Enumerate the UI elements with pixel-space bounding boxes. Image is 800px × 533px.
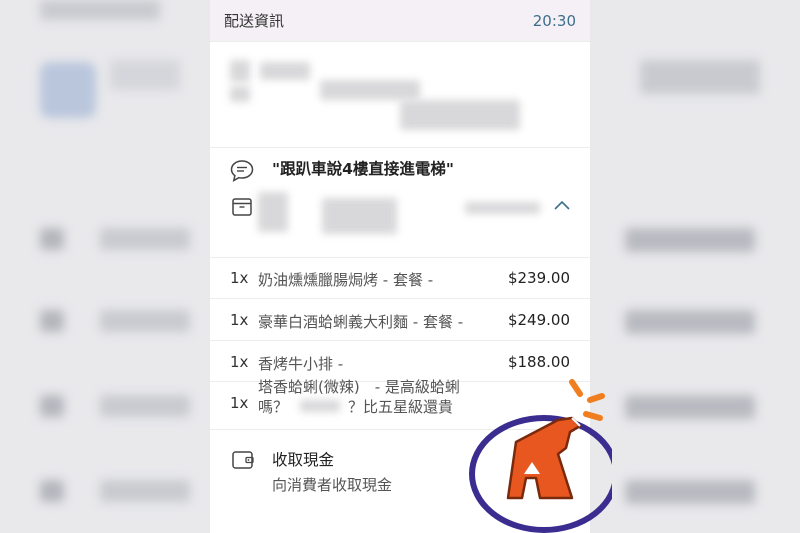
- address-block: [210, 42, 590, 148]
- payment-subtitle: 向消費者收取現金: [272, 476, 393, 494]
- item-name-line2a: 嗎？: [258, 398, 289, 416]
- customer-row[interactable]: [210, 192, 590, 258]
- order-item: 1x 奶油燻燻臘腸焗烤 - 套餐 - $239.00: [210, 258, 590, 299]
- page-title: 配送資訊: [224, 12, 285, 30]
- item-quantity: 1x: [230, 311, 249, 329]
- box-icon: [232, 198, 252, 220]
- item-quantity: 1x: [230, 353, 249, 371]
- chevron-up-icon[interactable]: [553, 196, 571, 215]
- order-item: 1x 豪華白酒蛤蜊義大利麵 - 套餐 - $249.00: [210, 299, 590, 341]
- chat-bubble-icon: [230, 160, 254, 186]
- item-price: $239.00: [507, 269, 570, 287]
- item-name: 香烤牛小排 -: [258, 355, 344, 373]
- item-price: $249.00: [507, 311, 570, 329]
- spray-bottle-sticker-icon: [469, 379, 612, 533]
- item-name: 奶油燻燻臘腸焗烤 - 套餐 -: [258, 271, 434, 289]
- customer-note: "跟趴車說4樓直接進電梯": [210, 148, 590, 198]
- wallet-icon: [232, 450, 254, 474]
- payment-title: 收取現金: [272, 451, 335, 469]
- note-text: "跟趴車說4樓直接進電梯": [272, 160, 454, 178]
- header-bar: 配送資訊 20:30: [210, 0, 590, 42]
- item-name-line2b: ？比五星級還貴: [348, 398, 454, 416]
- item-quantity: 1x: [230, 269, 249, 287]
- delivery-time: 20:30: [532, 11, 576, 30]
- item-name-line1: 塔香蛤蜊(微辣) - 是高級蛤蜊: [258, 378, 460, 396]
- item-name: 豪華白酒蛤蜊義大利麵 - 套餐 -: [258, 313, 464, 331]
- item-price: $188.00: [507, 353, 570, 371]
